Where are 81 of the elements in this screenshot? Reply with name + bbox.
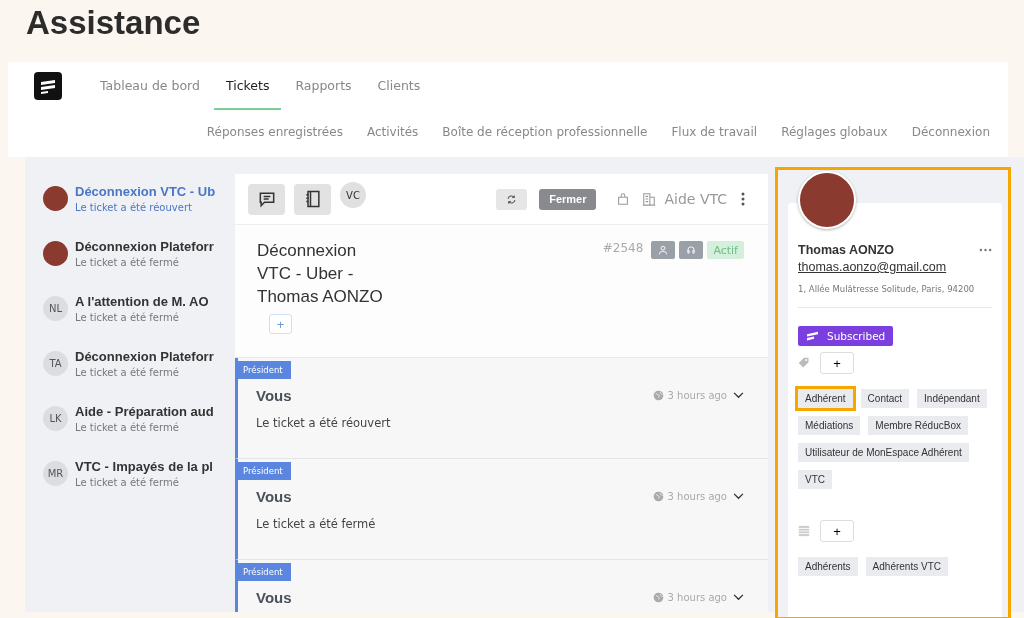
ticket-title: VTC - Impayés de la pl bbox=[75, 459, 213, 474]
ticket-title: Déconnexion Plateforr bbox=[75, 239, 214, 254]
notebook-icon[interactable] bbox=[294, 183, 331, 215]
ticket-status: Le ticket a été fermé bbox=[75, 367, 180, 378]
page-title: Assistance bbox=[25, 3, 202, 43]
role-badge: Président bbox=[235, 361, 291, 379]
nav-tab[interactable]: Tickets bbox=[213, 62, 282, 110]
more-icon[interactable] bbox=[979, 248, 992, 252]
email-link[interactable]: thomas.aonzo@gmail.com bbox=[798, 260, 992, 274]
tag-chip[interactable]: VTC bbox=[795, 467, 835, 492]
refresh-icon bbox=[506, 193, 518, 205]
role-badge: Président bbox=[235, 462, 291, 480]
message-author: Vous bbox=[256, 488, 292, 505]
ticket-item[interactable]: TA Déconnexion Plateforr Le ticket a été fermé bbox=[25, 336, 235, 391]
list-chip[interactable]: Adhérents bbox=[795, 554, 861, 579]
ticket-title: Déconnexion Plateforr bbox=[75, 349, 214, 364]
nav-tab[interactable]: Tableau de bord bbox=[88, 62, 212, 110]
nav-tab[interactable]: Rapports bbox=[283, 62, 364, 110]
submenu-link[interactable]: Déconnexion bbox=[911, 125, 990, 139]
status-badge: Actif bbox=[707, 241, 744, 259]
assignee-avatar[interactable]: VC bbox=[340, 182, 366, 208]
ticket-title: A l'attention de M. AO bbox=[75, 294, 209, 309]
ticket-status: Le ticket a été fermé bbox=[75, 422, 180, 433]
globe-icon bbox=[652, 390, 664, 401]
globe-icon bbox=[652, 592, 664, 603]
role-badge: Président bbox=[235, 563, 291, 581]
avatar-photo-placeholder bbox=[43, 186, 68, 211]
avatar-photo-placeholder bbox=[43, 241, 68, 266]
refresh-button[interactable] bbox=[496, 188, 528, 210]
message-author: Vous bbox=[256, 589, 292, 606]
ticket-item[interactable]: Déconnexion Plateforr Le ticket a été fermé bbox=[25, 226, 235, 281]
tag-chip[interactable]: Adhérent bbox=[795, 386, 856, 411]
ticket-item[interactable]: NL A l'attention de M. AO Le ticket a été fermé bbox=[25, 281, 235, 336]
ticket-title: Déconnexion VTC - Ub bbox=[75, 184, 216, 199]
customer-address: 1, Allée Mulâtresse Solitude, Paris, 94200 bbox=[798, 283, 976, 295]
avatar-initials: TA bbox=[43, 351, 68, 376]
bag-icon[interactable] bbox=[616, 192, 631, 206]
submenu-link[interactable]: Réglages globaux bbox=[781, 125, 888, 139]
tag-chip[interactable]: Utilisateur de MonEspace Adhérent bbox=[795, 440, 972, 465]
ticket-heading: Déconnexion VTC - Uber - Thomas AONZO bbox=[257, 240, 384, 308]
globe-icon bbox=[652, 491, 664, 502]
logo-icon[interactable] bbox=[34, 72, 62, 100]
list-icon bbox=[798, 525, 810, 537]
building-icon bbox=[642, 192, 657, 206]
ticket-status: Le ticket a été fermé bbox=[75, 257, 180, 268]
chevron-down-icon[interactable] bbox=[733, 594, 744, 601]
ticket-status: Le ticket a été réouvert bbox=[75, 202, 193, 213]
submenu-link[interactable]: Réponses enregistrées bbox=[206, 125, 343, 139]
message-time: 3 hours ago bbox=[667, 592, 727, 603]
ticket-item[interactable]: Déconnexion VTC - Ub Le ticket a été réouvert bbox=[25, 171, 235, 226]
ticket-item[interactable]: LK Aide - Préparation aud Le ticket a été fermé bbox=[25, 391, 235, 446]
ticket-status: Le ticket a été fermé bbox=[75, 312, 180, 323]
message-text: Le ticket a été fermé bbox=[256, 517, 377, 531]
add-list-button[interactable]: + bbox=[820, 520, 854, 542]
submenu-link[interactable]: Flux de travail bbox=[671, 125, 758, 139]
tag-chip[interactable]: Membre RéducBox bbox=[865, 413, 971, 438]
chat-icon[interactable] bbox=[248, 183, 285, 215]
subscription-badge: Subscribed bbox=[798, 326, 894, 346]
avatar-initials: MR bbox=[43, 461, 68, 486]
tag-icon bbox=[798, 357, 810, 369]
add-tag-button[interactable]: + bbox=[820, 352, 854, 374]
submenu-link[interactable]: Boîte de réception professionnelle bbox=[442, 125, 648, 139]
nav-tab[interactable]: Clients bbox=[365, 62, 433, 110]
headset-icon[interactable] bbox=[679, 241, 704, 259]
more-icon[interactable] bbox=[741, 192, 745, 206]
ticket-status: Le ticket a été fermé bbox=[75, 477, 180, 488]
avatar-initials: NL bbox=[43, 296, 68, 321]
message-author: Vous bbox=[256, 387, 292, 404]
person-icon[interactable] bbox=[651, 241, 676, 259]
chevron-down-icon[interactable] bbox=[733, 493, 744, 500]
avatar-initials: LK bbox=[43, 406, 68, 431]
message-time: 3 hours ago bbox=[667, 390, 727, 401]
submenu-link[interactable]: Activités bbox=[366, 125, 419, 139]
customer-name: Thomas AONZO bbox=[798, 243, 895, 257]
ticket-title: Aide - Préparation aud bbox=[75, 404, 214, 419]
ticket-number: #2548 bbox=[602, 241, 644, 255]
ticket-item[interactable]: MR VTC - Impayés de la pl Le ticket a été fermé bbox=[25, 446, 235, 501]
chevron-down-icon[interactable] bbox=[733, 392, 744, 399]
message-text: Le ticket a été réouvert bbox=[256, 416, 392, 430]
tag-chip[interactable]: Indépendant bbox=[914, 386, 990, 411]
message-time: 3 hours ago bbox=[667, 491, 727, 502]
